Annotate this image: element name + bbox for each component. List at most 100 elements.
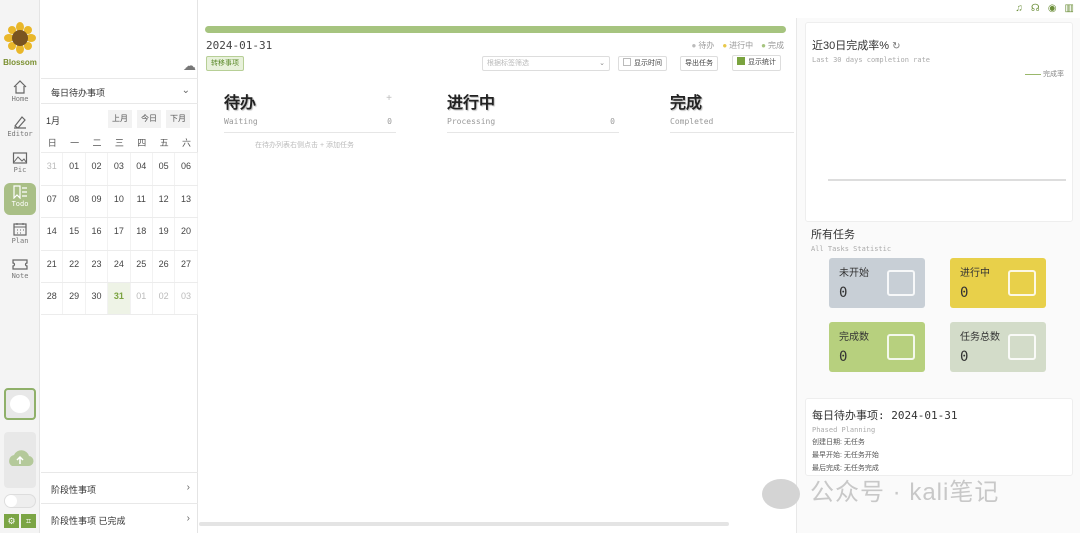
nav-editor[interactable]: Editor: [4, 113, 36, 145]
calendar-day[interactable]: 07: [41, 185, 64, 217]
add-task-icon[interactable]: +: [386, 93, 392, 104]
calendar-day[interactable]: 09: [86, 185, 109, 217]
todo-icon: [13, 185, 27, 199]
calendar-day[interactable]: 02: [153, 283, 176, 314]
next-month-button[interactable]: 下月: [166, 110, 190, 128]
daily-todo-header[interactable]: 每日待办事项 ⌄: [41, 78, 198, 104]
logo-text: Blossom: [3, 58, 37, 67]
all-tasks-subtitle: All Tasks Statistic: [811, 245, 892, 253]
nav-label: Editor: [7, 130, 33, 138]
column-subtitle: Processing 0: [447, 117, 619, 133]
calendar-day[interactable]: 14: [41, 218, 64, 250]
calendar-day[interactable]: 10: [108, 185, 131, 217]
today-button[interactable]: 今日: [137, 110, 161, 128]
calendar-day[interactable]: 26: [153, 250, 176, 282]
calendar-day[interactable]: 27: [175, 250, 198, 282]
calendar-day[interactable]: 13: [175, 185, 198, 217]
wechat-icon: [762, 478, 800, 509]
calendar-day[interactable]: 15: [63, 218, 86, 250]
calendar-day[interactable]: 29: [63, 283, 86, 314]
column-count: 0: [610, 117, 615, 126]
avatar[interactable]: [4, 388, 36, 420]
export-button[interactable]: 导出任务: [680, 56, 718, 71]
calendar-day[interactable]: 25: [131, 250, 153, 282]
calendar-day[interactable]: 12: [153, 185, 176, 217]
chevron-down-icon: ⌄: [599, 60, 605, 67]
calendar-week: 14 15 16 17 18 19 20: [41, 217, 198, 250]
calendar-day[interactable]: 11: [131, 185, 153, 217]
headset-icon[interactable]: ☊: [1031, 4, 1040, 14]
detail-created: 创建日期: 无任务: [812, 439, 865, 446]
calendar-day[interactable]: 28: [41, 283, 64, 314]
nav-pic[interactable]: Pic: [4, 149, 36, 181]
column-completed: 完成 Completed: [670, 89, 794, 133]
calendar-day[interactable]: 20: [175, 218, 198, 250]
calendar-day[interactable]: 21: [41, 250, 64, 282]
sunflower-logo-icon: [4, 22, 36, 54]
nav-note[interactable]: Note: [4, 255, 36, 287]
nav-plan[interactable]: Plan: [4, 220, 36, 252]
record-icon[interactable]: ◉: [1048, 4, 1057, 14]
prev-month-button[interactable]: 上月: [108, 110, 132, 128]
calendar-day[interactable]: 08: [63, 185, 86, 217]
calendar-day[interactable]: 02: [86, 153, 109, 185]
theme-toggle[interactable]: [4, 494, 36, 508]
column-title: 完成: [670, 95, 703, 112]
calendar-day[interactable]: 23: [86, 250, 109, 282]
calendar-day[interactable]: 17: [108, 218, 131, 250]
cloud-upload-icon: [9, 450, 34, 467]
window-status-icons: ♫ ☊ ◉ ▥: [1015, 4, 1074, 14]
refresh-icon[interactable]: ↻: [892, 41, 900, 52]
bell-icon[interactable]: ♫: [1015, 4, 1023, 14]
current-month: 1月: [46, 116, 61, 126]
calendar-day[interactable]: 24: [108, 250, 131, 282]
nav-home[interactable]: Home: [4, 78, 36, 110]
transfer-button[interactable]: 转移事项: [206, 56, 244, 71]
cloud-upload-button[interactable]: [4, 432, 36, 488]
rate-subtitle: Last 30 days completion rate: [812, 56, 931, 64]
nav-label: Note: [11, 272, 29, 280]
calendar-day[interactable]: 22: [63, 250, 86, 282]
nav-label: Plan: [11, 237, 29, 245]
nav-label: Pic: [13, 166, 27, 174]
stat-total: 任务总数 0: [950, 322, 1046, 372]
show-time-checkbox[interactable]: 显示时间: [618, 56, 667, 71]
calendar-day[interactable]: 19: [153, 218, 176, 250]
checkbox-checked-icon: [737, 57, 745, 65]
calendar-day[interactable]: 03: [108, 153, 131, 185]
calendar-day[interactable]: 30: [86, 283, 109, 314]
tag-filter-select[interactable]: 根据标签筛选 ⌄: [482, 56, 610, 71]
phase-item[interactable]: 阶段性事项 ›: [41, 472, 198, 502]
tag-filter-placeholder: 根据标签筛选: [487, 60, 529, 67]
phase-item-completed[interactable]: 阶段性事项 已完成 ›: [41, 503, 198, 533]
nav-label: Home: [11, 95, 29, 103]
settings-icon[interactable]: ⚙: [4, 514, 19, 528]
columns-icon[interactable]: ▥: [1065, 4, 1074, 14]
calendar-day[interactable]: 16: [86, 218, 109, 250]
nav-todo[interactable]: Todo: [4, 183, 36, 215]
cloud-sync-icon[interactable]: ☁: [183, 58, 196, 74]
calendar-week: 28 29 30 31 01 02 03: [41, 282, 198, 315]
column-title: 进行中: [447, 95, 496, 112]
calendar-day[interactable]: 03: [175, 283, 198, 314]
crop-icon[interactable]: ⌗: [21, 514, 36, 528]
calendar-day-selected[interactable]: 31: [108, 283, 131, 314]
stat-completed: 完成数 0: [829, 322, 925, 372]
column-subtitle: Waiting 0: [224, 117, 396, 133]
calendar-day[interactable]: 31: [41, 153, 64, 185]
legend-todo: ● 待办: [691, 41, 715, 50]
calendar-day[interactable]: 04: [131, 153, 153, 185]
chevron-down-icon: ⌄: [181, 85, 190, 96]
calendar-day[interactable]: 05: [153, 153, 176, 185]
toggle-knob: [5, 495, 17, 507]
calendar-day[interactable]: 18: [131, 218, 153, 250]
show-stats-checkbox[interactable]: 显示统计: [732, 55, 781, 71]
stat-not-started: 未开始 0: [829, 258, 925, 308]
rate-title: 近30日完成率% ↻: [812, 40, 901, 52]
calendar-day[interactable]: 01: [63, 153, 86, 185]
todo-board: 2024-01-31 ● 待办 ● 进行中 ● 完成 转移事项 根据标签筛选 ⌄ 显示…: [199, 0, 794, 533]
calendar-day[interactable]: 06: [175, 153, 198, 185]
progress-bar: [205, 26, 786, 33]
horizontal-scrollbar[interactable]: [199, 522, 729, 526]
calendar-day[interactable]: 01: [131, 283, 153, 314]
